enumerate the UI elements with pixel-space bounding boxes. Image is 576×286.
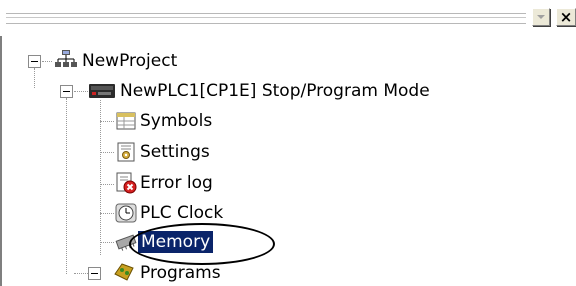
collapse-toggle[interactable] xyxy=(60,85,73,98)
plc-clock-icon xyxy=(115,203,137,223)
chevron-down-icon xyxy=(537,15,545,19)
project-workspace-panel: × NewProject NewPLC1[CP1E] Stop/Program xyxy=(0,0,576,286)
settings-icon xyxy=(117,142,135,162)
panel-menu-dropdown-button[interactable] xyxy=(532,8,550,26)
tree-connector xyxy=(100,152,114,153)
project-tree xyxy=(0,36,576,286)
tree-item-programs[interactable]: Programs xyxy=(140,262,221,284)
tree-item-plc-clock[interactable]: PLC Clock xyxy=(140,202,223,224)
tree-item-plc[interactable]: NewPLC1[CP1E] Stop/Program Mode xyxy=(120,80,430,102)
drag-grip[interactable] xyxy=(6,13,526,24)
close-icon: × xyxy=(559,7,573,26)
tree-connector xyxy=(66,98,67,274)
tree-connector xyxy=(100,213,114,214)
collapse-toggle[interactable] xyxy=(88,267,101,280)
collapse-toggle[interactable] xyxy=(28,55,41,68)
tree-connector xyxy=(42,61,52,62)
symbols-table-icon xyxy=(116,112,136,130)
tree-connector xyxy=(100,184,114,185)
tree-item-newproject[interactable]: NewProject xyxy=(82,50,177,72)
panel-close-button[interactable]: × xyxy=(556,8,576,26)
network-project-icon xyxy=(55,50,77,67)
tree-item-symbols[interactable]: Symbols xyxy=(140,110,212,132)
tree-item-settings[interactable]: Settings xyxy=(140,141,210,163)
plc-device-icon xyxy=(89,84,115,98)
tree-item-error-log[interactable]: Error log xyxy=(140,172,213,194)
programs-icon xyxy=(114,263,134,281)
tree-connector xyxy=(100,242,114,243)
tree-connector xyxy=(100,121,114,122)
error-log-icon xyxy=(116,172,137,194)
highlight-ring xyxy=(129,223,275,265)
panel-title-strip[interactable]: × xyxy=(0,0,576,36)
tree-connector xyxy=(74,273,88,274)
tree-connector xyxy=(100,100,101,255)
tree-connector xyxy=(74,91,88,92)
tree-connector xyxy=(34,68,35,88)
